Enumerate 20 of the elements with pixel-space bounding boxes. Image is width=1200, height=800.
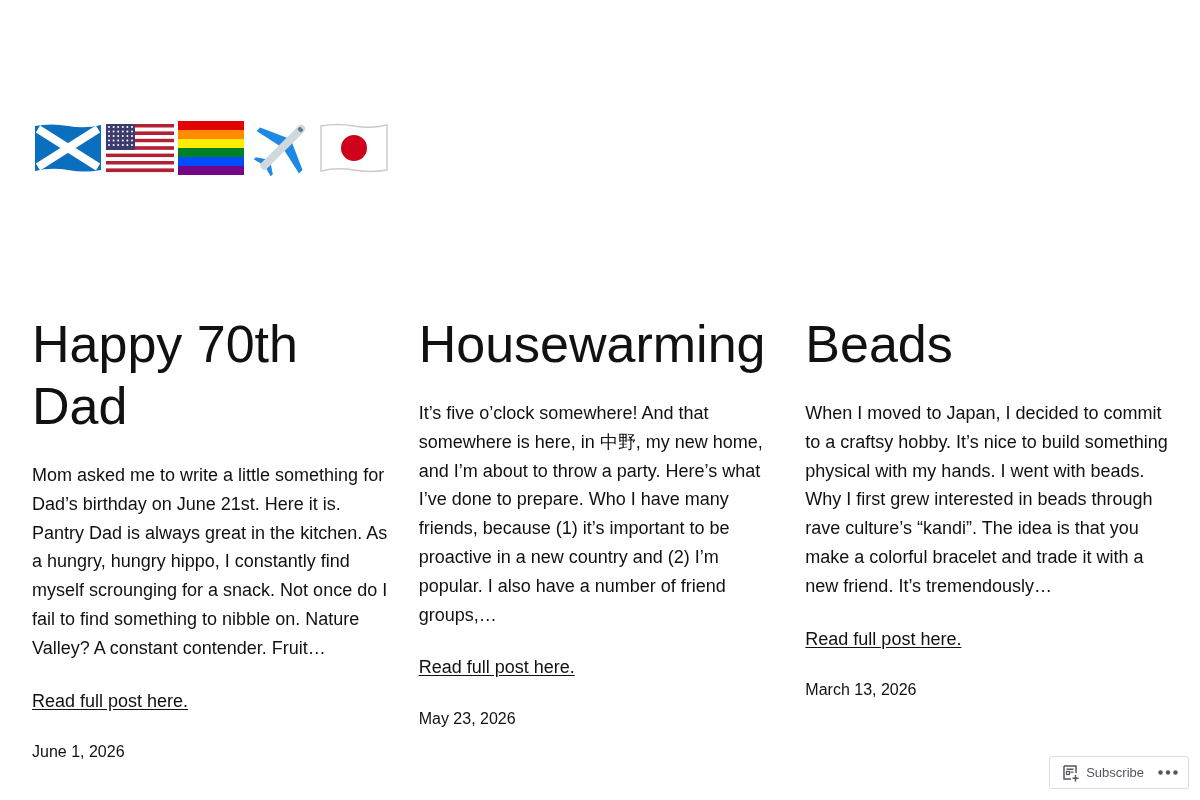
more-icon: [1158, 770, 1178, 775]
post-date: May 23, 2026: [418, 709, 516, 730]
post-excerpt: Mom asked me to write a little something for Dad’s birthday on June 21st. Here it is. Pantry Dad is always great in the kitchen. As a hungry, hungry hippo, I constantly find myself scrounging for a snack. Not once do I fail to find something to nibble on. Nature Valley? A constant contender. Fruit…: [32, 464, 389, 660]
read-more-link[interactable]: Read full post here.: [32, 686, 189, 716]
reader-plus-icon: [1062, 763, 1081, 782]
read-more-link[interactable]: Read full post here.: [805, 624, 962, 654]
post-title: Happy 70th Dad: [32, 314, 299, 437]
subscribe-button[interactable]: Subscribe: [1062, 763, 1144, 782]
post-title: Housewarming: [418, 314, 766, 375]
post-excerpt: It’s five o’clock somewhere! And that somewhere is here, in 中野, my new home, and I’m about to throw a party. Here’s what I’ve done to prepare. Who I have many friends, because (1) it’s important to be proactive in a new country and (2) I’m popular. I also have a number of friend groups,…: [418, 402, 764, 627]
circle-flag-icon: [320, 123, 388, 173]
saltire-flag-icon: [34, 123, 102, 173]
post-date: March 13, 2026: [805, 680, 917, 701]
post-title: Beads: [805, 314, 953, 375]
stars-and-stripes-flag-icon: [106, 122, 174, 174]
post-date: June 1, 2026: [32, 742, 125, 763]
more-button[interactable]: [1156, 768, 1180, 777]
striped-pride-flag-icon: [178, 120, 244, 176]
post-excerpt: When I moved to Japan, I decided to commit to a craftsy hobby. It’s nice to build something physical with my hands. I went with beads. Why I first grew interested in beads through rave culture’s “kandi”. The idea is that you make a colorful bracelet and trade it with a new friend. It’s tremendously…: [805, 402, 1168, 598]
read-more-link[interactable]: Read full post here.: [418, 653, 575, 683]
